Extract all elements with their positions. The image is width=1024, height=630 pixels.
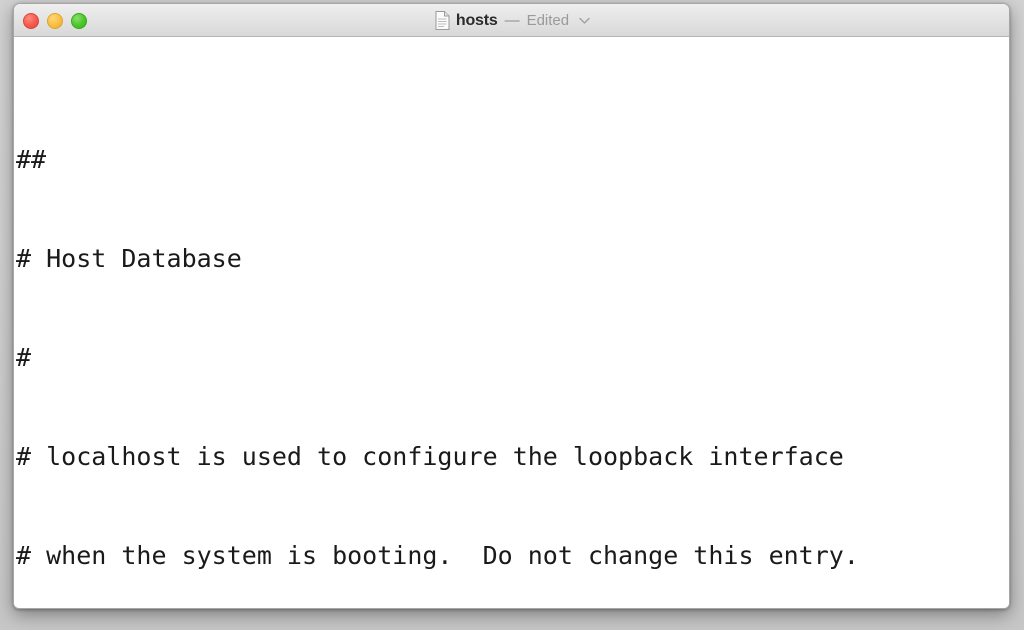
hosts-file-content[interactable]: ## # Host Database # # localhost is used… <box>14 44 1009 608</box>
line-text: # when the system is booting. Do not cha… <box>16 541 859 570</box>
line-text: # <box>16 343 32 372</box>
document-title: hosts <box>455 11 498 29</box>
chevron-down-icon[interactable] <box>577 17 590 25</box>
desktop-background: hosts — Edited ## # Host Database # # lo… <box>0 0 1024 630</box>
window-controls <box>23 13 87 29</box>
line-text: ## <box>16 145 47 174</box>
close-button[interactable] <box>23 13 39 29</box>
textedit-window: hosts — Edited ## # Host Database # # lo… <box>13 3 1010 609</box>
edited-status: Edited <box>526 12 570 29</box>
minimize-button[interactable] <box>47 13 63 29</box>
line-text: # Host Database <box>16 244 242 273</box>
title-group: hosts — Edited <box>14 4 1009 37</box>
title-separator: — <box>504 12 520 29</box>
line-text: # localhost is used to configure the loo… <box>16 442 844 471</box>
document-icon <box>435 11 450 30</box>
text-editing-area[interactable]: ## # Host Database # # localhost is used… <box>14 37 1009 608</box>
comment-line: # localhost is used to configure the loo… <box>16 440 1009 473</box>
comment-line: # <box>16 341 1009 374</box>
zoom-button[interactable] <box>71 13 87 29</box>
comment-line: # Host Database <box>16 242 1009 275</box>
comment-line: ## <box>16 143 1009 176</box>
window-titlebar[interactable]: hosts — Edited <box>14 4 1009 37</box>
comment-line: # when the system is booting. Do not cha… <box>16 539 1009 572</box>
